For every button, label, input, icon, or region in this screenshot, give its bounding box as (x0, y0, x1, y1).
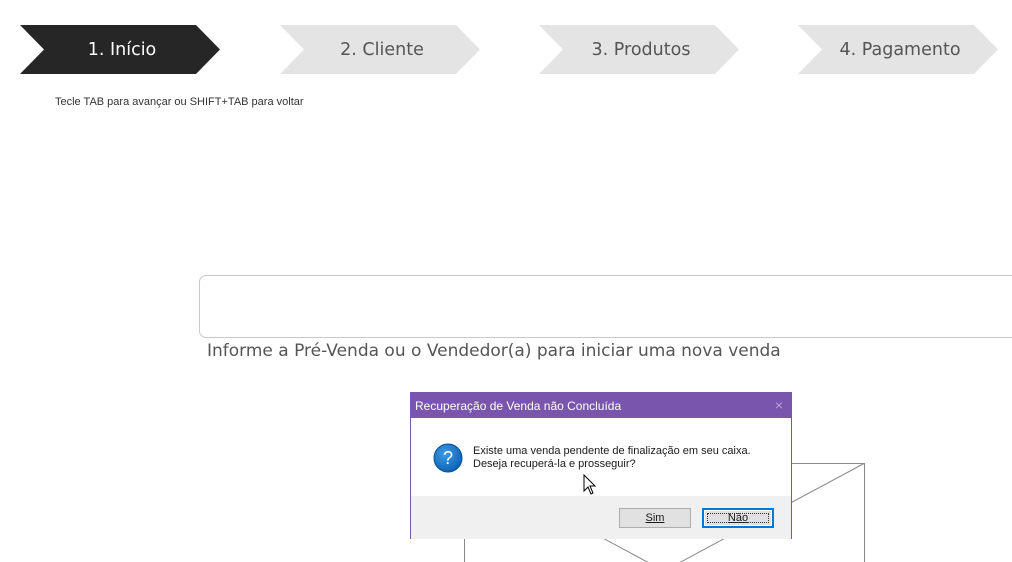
close-icon[interactable]: × (775, 397, 783, 413)
step-inicio[interactable]: 1. Início (20, 25, 220, 74)
step-produtos[interactable]: 3. Produtos (539, 25, 739, 74)
step-pagamento-label: 4. Pagamento (839, 39, 961, 60)
recovery-dialog: Recuperação de Venda não Concluída × ? E… (410, 392, 792, 539)
yes-button[interactable]: Sim (619, 508, 691, 528)
dialog-footer: Sim Não (411, 496, 791, 539)
presale-seller-input[interactable] (199, 275, 1012, 338)
dialog-message-line1: Existe uma venda pendente de finalização… (473, 445, 751, 457)
step-cliente[interactable]: 2. Cliente (280, 25, 480, 74)
step-inicio-label: 1. Início (87, 39, 157, 60)
step-produtos-label: 3. Produtos (591, 39, 691, 60)
dialog-title: Recuperação de Venda não Concluída (415, 398, 622, 413)
dialog-body: ? Existe uma venda pendente de finalizaç… (411, 418, 791, 496)
svg-text:?: ? (443, 448, 453, 468)
step-pagamento[interactable]: 4. Pagamento (798, 25, 998, 74)
navigation-hint: Tecle TAB para avançar ou SHIFT+TAB para… (55, 96, 304, 108)
wizard-steps: 1. Início 2. Cliente 3. Produtos 4. Paga… (0, 0, 1012, 90)
step-cliente-label: 2. Cliente (340, 39, 424, 60)
no-button[interactable]: Não (702, 508, 774, 528)
dialog-message: Existe uma venda pendente de finalização… (473, 445, 751, 471)
dialog-message-line2: Deseja recuperá-la e prosseguir? (473, 458, 636, 470)
mouse-cursor-icon (583, 474, 597, 495)
dialog-titlebar[interactable]: Recuperação de Venda não Concluída × (411, 393, 791, 418)
presale-input-label: Informe a Pré-Venda ou o Vendedor(a) par… (207, 341, 781, 361)
pdv-page: 1. Início 2. Cliente 3. Produtos 4. Paga… (0, 0, 1012, 562)
question-icon: ? (433, 443, 463, 473)
